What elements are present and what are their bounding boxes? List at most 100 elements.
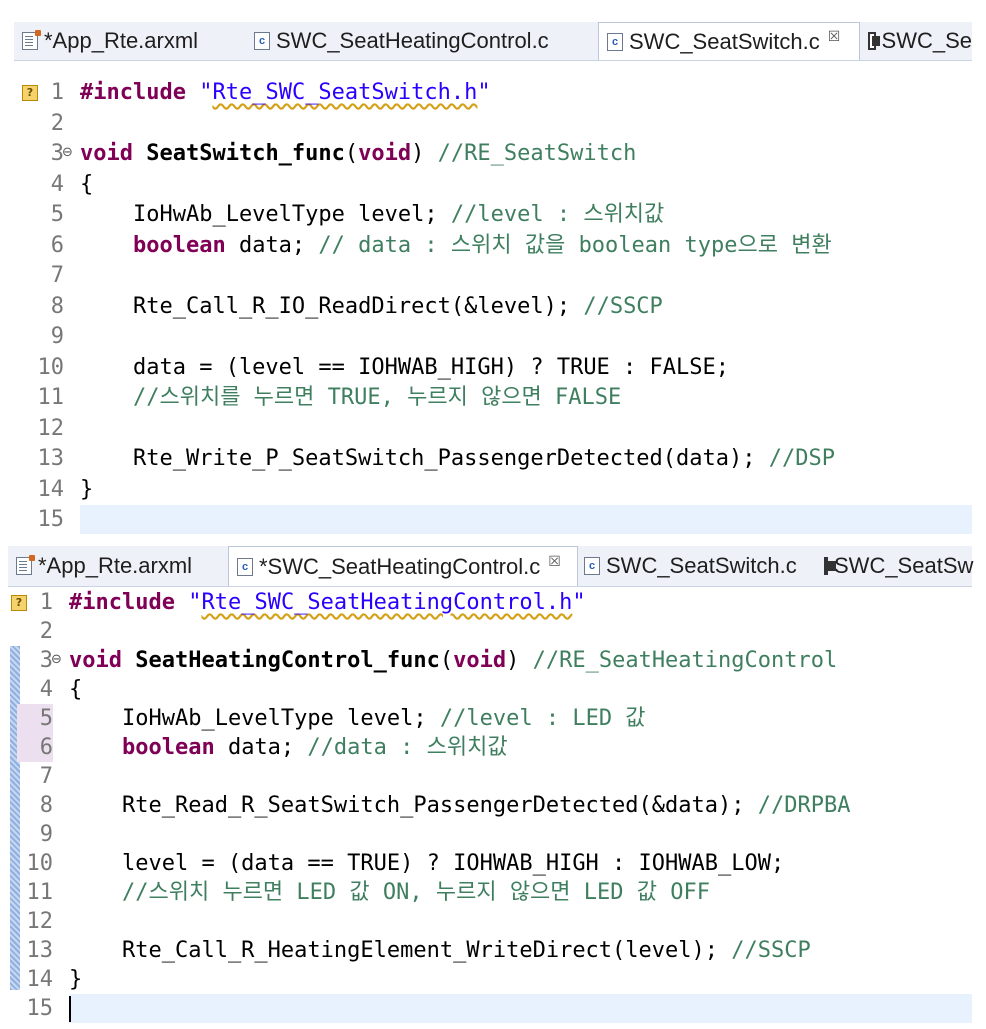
line-text: { bbox=[69, 677, 83, 702]
line-number: 6 bbox=[50, 233, 64, 258]
tab-swc-se[interactable]: SWC_Se bbox=[860, 22, 972, 60]
line-text: Rte_Write_P_SeatSwitch_PassengerDetected… bbox=[80, 446, 835, 471]
line-number: 11 bbox=[37, 385, 65, 410]
tab-swc-seatheatingcontrol-c[interactable]: c SWC_SeatHeatingControl.c bbox=[246, 22, 592, 60]
code-line: 1 #include "Rte_SWC_SeatSwitch.h" bbox=[0, 78, 986, 107]
code-line: 6 boolean data; // data : 스위치 값을 boolean… bbox=[0, 231, 986, 260]
line-text: { bbox=[80, 172, 94, 197]
line-number: 10 bbox=[26, 851, 54, 876]
code-line: 14} bbox=[0, 475, 986, 504]
code-line: 4{ bbox=[0, 170, 986, 199]
line-number: 4 bbox=[50, 172, 64, 197]
line-text: IoHwAb_LevelType level; //level : LED 값 bbox=[69, 706, 646, 731]
line-text: level = (data == TRUE) ? IOHWAB_HIGH : I… bbox=[69, 851, 785, 876]
tab-label: SWC_SeatSwitch.c bbox=[606, 553, 797, 578]
editor-swc-seatswitch: *App_Rte.arxml c SWC_SeatHeatingControl.… bbox=[0, 0, 986, 540]
close-tab-icon[interactable]: ☒ bbox=[548, 553, 561, 570]
line-text: #include "Rte_SWC_SeatHeatingControl.h" bbox=[69, 590, 586, 615]
xml-file-icon bbox=[22, 30, 41, 50]
line-number: 14 bbox=[37, 477, 65, 502]
tab-swc-seatswitch-c[interactable]: c SWC_SeatSwitch.c ☒ bbox=[598, 22, 860, 60]
code-line: 7 bbox=[0, 261, 986, 290]
line-number: 12 bbox=[26, 909, 54, 934]
code-line: 2 bbox=[0, 617, 986, 646]
line-number: 2 bbox=[50, 111, 64, 136]
line-text: Rte_Call_R_HeatingElement_WriteDirect(le… bbox=[69, 938, 811, 963]
tab-app-rte-arxml[interactable]: *App_Rte.arxml bbox=[14, 22, 244, 60]
code-line: 9 bbox=[0, 820, 986, 849]
tab-app-rte-arxml[interactable]: *App_Rte.arxml bbox=[8, 546, 224, 586]
line-text: } bbox=[80, 477, 94, 502]
text-cursor bbox=[69, 996, 71, 1022]
line-number: 3 bbox=[39, 648, 53, 673]
code-line: 10 level = (data == TRUE) ? IOHWAB_HIGH … bbox=[0, 849, 986, 878]
line-number: 5 bbox=[50, 202, 64, 227]
code-line: 10 data = (level == IOHWAB_HIGH) ? TRUE … bbox=[0, 353, 986, 382]
line-number: 15 bbox=[37, 507, 65, 532]
line-number: 8 bbox=[39, 793, 53, 818]
line-text: data = (level == IOHWAB_HIGH) ? TRUE : F… bbox=[80, 355, 730, 380]
code-line: 14} bbox=[0, 965, 986, 994]
window-top-gap bbox=[0, 0, 986, 22]
line-number: 4 bbox=[39, 677, 53, 702]
tab-label: SWC_Se bbox=[881, 28, 972, 53]
line-number: 12 bbox=[37, 416, 65, 441]
code-line: 9 bbox=[0, 322, 986, 351]
c-file-icon: c bbox=[237, 557, 253, 576]
tab-label: *App_Rte.arxml bbox=[38, 553, 193, 578]
editor-tab-bar: *App_Rte.arxml c *SWC_SeatHeatingControl… bbox=[8, 546, 974, 587]
editor-swc-seatheatingcontrol: *App_Rte.arxml c *SWC_SeatHeatingControl… bbox=[0, 540, 986, 1029]
code-line: 13 Rte_Call_R_HeatingElement_WriteDirect… bbox=[0, 936, 986, 965]
c-file-icon: c bbox=[607, 32, 623, 51]
line-text: void SeatSwitch_func(void) //RE_SeatSwit… bbox=[80, 141, 637, 166]
line-number: 13 bbox=[37, 446, 65, 471]
line-text: //스위치를 누르면 TRUE, 누르지 않으면 FALSE bbox=[132, 385, 622, 410]
tab-swc-seatswitch-c[interactable]: c SWC_SeatSwitch.c bbox=[576, 546, 816, 586]
line-number: 11 bbox=[26, 880, 54, 905]
line-text: #include "Rte_SWC_SeatSwitch.h" bbox=[80, 80, 491, 105]
tab-swc-seatsw[interactable]: SWC_SeatSw bbox=[816, 546, 974, 586]
line-number: 1 bbox=[50, 80, 64, 105]
current-line-highlight bbox=[80, 505, 972, 534]
line-number: 14 bbox=[26, 967, 54, 992]
line-number: 1 bbox=[39, 590, 53, 615]
code-line: 11 //스위치 누르면 LED 값 ON, 누르지 않으면 LED 값 OFF bbox=[0, 878, 986, 907]
tab-label: *SWC_SeatHeatingControl.c bbox=[259, 553, 541, 579]
line-text: boolean data; // data : 스위치 값을 boolean t… bbox=[132, 233, 832, 258]
tab-label: SWC_SeatHeatingControl.c bbox=[276, 28, 549, 53]
code-line: 3 void SeatSwitch_func(void) //RE_SeatSwi… bbox=[0, 139, 986, 168]
line-number: 3 bbox=[50, 141, 64, 166]
c-file-icon: c bbox=[254, 32, 270, 50]
code-line: 4{ bbox=[0, 675, 986, 704]
code-line: 6 boolean data; //data : 스위치값 bbox=[0, 733, 986, 762]
tab-swc-seatheatingcontrol-c[interactable]: c *SWC_SeatHeatingControl.c ☒ bbox=[228, 546, 578, 586]
line-text: Rte_Call_R_IO_ReadDirect(&level); //SSCP bbox=[80, 294, 663, 319]
line-text: IoHwAb_LevelType level; //level : 스위치값 bbox=[80, 202, 665, 227]
xml-file-icon bbox=[16, 555, 35, 575]
line-number: 8 bbox=[50, 294, 64, 319]
close-tab-icon[interactable]: ☒ bbox=[828, 28, 841, 45]
line-number: 7 bbox=[39, 764, 53, 789]
line-number: 10 bbox=[37, 355, 65, 380]
code-line: 13 Rte_Write_P_SeatSwitch_PassengerDetec… bbox=[0, 444, 986, 473]
component-icon bbox=[868, 32, 880, 50]
current-code-line: 15 bbox=[0, 505, 986, 534]
line-number: 9 bbox=[39, 822, 53, 847]
line-number: 6 bbox=[17, 733, 53, 762]
code-line: 2 bbox=[0, 109, 986, 138]
code-line: 5 IoHwAb_LevelType level; //level : 스위치값 bbox=[0, 200, 986, 229]
tab-label: *App_Rte.arxml bbox=[44, 28, 199, 53]
line-text: boolean data; //data : 스위치값 bbox=[121, 735, 508, 760]
line-number: 13 bbox=[26, 938, 54, 963]
editor-tab-bar: *App_Rte.arxml c SWC_SeatHeatingControl.… bbox=[14, 22, 972, 61]
tab-label: SWC_SeatSw bbox=[834, 553, 974, 578]
line-text: } bbox=[69, 967, 83, 992]
line-number: 7 bbox=[50, 263, 64, 288]
line-number: 2 bbox=[39, 619, 53, 644]
code-line: 11 //스위치를 누르면 TRUE, 누르지 않으면 FALSE bbox=[0, 383, 986, 412]
line-text: Rte_Read_R_SeatSwitch_PassengerDetected(… bbox=[69, 793, 851, 818]
code-line: 5 IoHwAb_LevelType level; //level : LED … bbox=[0, 704, 986, 733]
code-line: 3 void SeatHeatingControl_func(void) //RE… bbox=[0, 646, 986, 675]
line-text: //스위치 누르면 LED 값 ON, 누르지 않으면 LED 값 OFF bbox=[121, 880, 710, 905]
line-number: 9 bbox=[50, 324, 64, 349]
